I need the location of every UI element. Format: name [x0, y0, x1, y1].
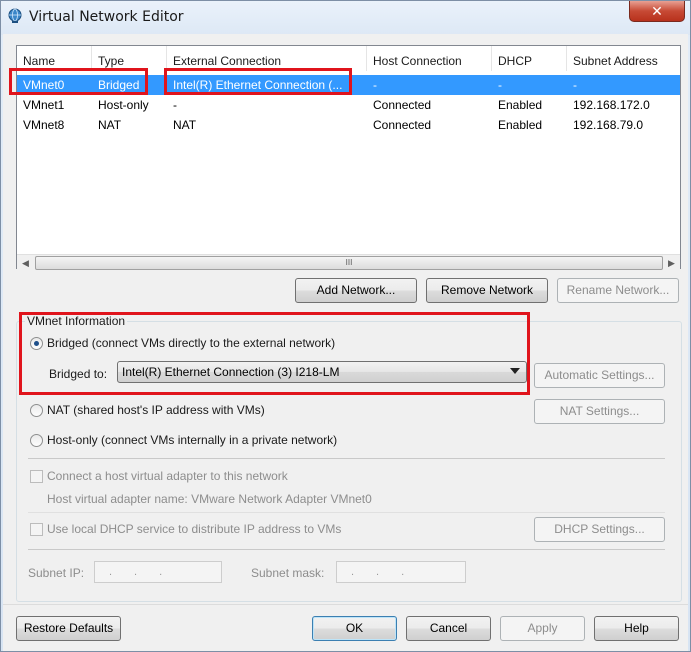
bridged-radio[interactable]	[30, 337, 43, 350]
column-header-dhcp[interactable]: DHCP	[492, 46, 567, 71]
scroll-thumb[interactable]: III	[35, 256, 663, 270]
close-icon: ✕	[651, 2, 663, 19]
cancel-button[interactable]: Cancel	[406, 616, 491, 641]
scroll-right-icon[interactable]: ▶	[663, 255, 680, 271]
cell-subnet-address: -	[573, 78, 577, 92]
restore-defaults-button[interactable]: Restore Defaults	[16, 616, 121, 641]
network-globe-icon	[8, 8, 22, 23]
cell-dhcp: Enabled	[498, 118, 543, 132]
cell-type: NAT	[98, 118, 122, 132]
adapter-name-label: Host virtual adapter name: VMware Networ…	[47, 492, 372, 506]
scroll-left-icon[interactable]: ◀	[17, 255, 34, 271]
divider	[28, 549, 665, 550]
host-only-label[interactable]: Host-only (connect VMs internally in a p…	[47, 433, 337, 447]
subnet-mask-label: Subnet mask:	[251, 566, 325, 580]
cell-name: VMnet8	[23, 118, 65, 132]
list-column-header: Name Type External Connection Host Conne…	[17, 46, 680, 71]
cell-host-connection: Connected	[373, 98, 432, 112]
ok-button[interactable]: OK	[312, 616, 397, 641]
bridged-to-label: Bridged to:	[49, 367, 108, 381]
column-header-type[interactable]: Type	[92, 46, 167, 71]
cell-external-connection: -	[173, 98, 177, 112]
nat-label[interactable]: NAT (shared host's IP address with VMs)	[47, 403, 265, 417]
connect-adapter-checkbox[interactable]	[30, 470, 43, 483]
chevron-down-icon	[510, 368, 520, 374]
cell-name: VMnet0	[23, 78, 65, 92]
cell-type: Bridged	[98, 78, 140, 92]
cell-host-connection: -	[373, 78, 377, 92]
divider	[28, 512, 665, 513]
cell-type: Host-only	[98, 98, 149, 112]
cell-dhcp: Enabled	[498, 98, 543, 112]
footer-divider	[3, 604, 688, 605]
title-bar[interactable]: Virtual Network Editor ✕	[1, 1, 690, 35]
column-header-host-connection[interactable]: Host Connection	[367, 46, 492, 71]
scroll-grip-icon: III	[345, 258, 353, 267]
subnet-ip-field[interactable]: ...	[94, 561, 222, 583]
divider	[28, 458, 665, 459]
cell-name: VMnet1	[23, 98, 65, 112]
cell-dhcp: -	[498, 78, 502, 92]
group-label: VMnet Information	[25, 314, 128, 328]
column-header-name[interactable]: Name	[17, 46, 92, 71]
bridged-label[interactable]: Bridged (connect VMs directly to the ext…	[47, 336, 335, 350]
bridged-to-select[interactable]: Intel(R) Ethernet Connection (3) I218-LM	[117, 361, 527, 383]
horizontal-scrollbar[interactable]: ◀ III ▶	[17, 254, 680, 271]
table-row[interactable]: VMnet1 Host-only - Connected Enabled 192…	[17, 95, 680, 115]
network-list[interactable]: Name Type External Connection Host Conne…	[16, 45, 681, 271]
help-button[interactable]: Help	[594, 616, 679, 641]
bridged-to-value: Intel(R) Ethernet Connection (3) I218-LM	[122, 365, 340, 379]
dialog-client-area: Name Type External Connection Host Conne…	[3, 34, 688, 651]
close-button[interactable]: ✕	[629, 1, 685, 22]
automatic-settings-button[interactable]: Automatic Settings...	[534, 363, 665, 388]
table-row[interactable]: VMnet8 NAT NAT Connected Enabled 192.168…	[17, 115, 680, 135]
dhcp-label[interactable]: Use local DHCP service to distribute IP …	[47, 522, 341, 536]
rename-network-button[interactable]: Rename Network...	[557, 278, 679, 303]
subnet-mask-field[interactable]: ...	[336, 561, 466, 583]
cell-external-connection: Intel(R) Ethernet Connection (...	[173, 78, 343, 92]
apply-button[interactable]: Apply	[500, 616, 585, 641]
connect-adapter-label[interactable]: Connect a host virtual adapter to this n…	[47, 469, 288, 483]
host-only-radio[interactable]	[30, 434, 43, 447]
nat-radio[interactable]	[30, 404, 43, 417]
add-network-button[interactable]: Add Network...	[295, 278, 417, 303]
dhcp-checkbox[interactable]	[30, 523, 43, 536]
remove-network-button[interactable]: Remove Network	[426, 278, 548, 303]
cell-subnet-address: 192.168.79.0	[573, 118, 644, 132]
cell-external-connection: NAT	[173, 118, 197, 132]
column-header-external-connection[interactable]: External Connection	[167, 46, 367, 71]
table-row[interactable]: VMnet0 Bridged Intel(R) Ethernet Connect…	[17, 75, 680, 95]
cell-subnet-address: 192.168.172.0	[573, 98, 650, 112]
column-header-subnet-address[interactable]: Subnet Address	[567, 46, 680, 71]
dhcp-settings-button[interactable]: DHCP Settings...	[534, 517, 665, 542]
cell-host-connection: Connected	[373, 118, 432, 132]
nat-settings-button[interactable]: NAT Settings...	[534, 399, 665, 424]
window-title: Virtual Network Editor	[29, 9, 184, 25]
subnet-ip-label: Subnet IP:	[28, 566, 85, 580]
virtual-network-editor-window: Virtual Network Editor ✕ Name Type Exter…	[0, 0, 691, 652]
